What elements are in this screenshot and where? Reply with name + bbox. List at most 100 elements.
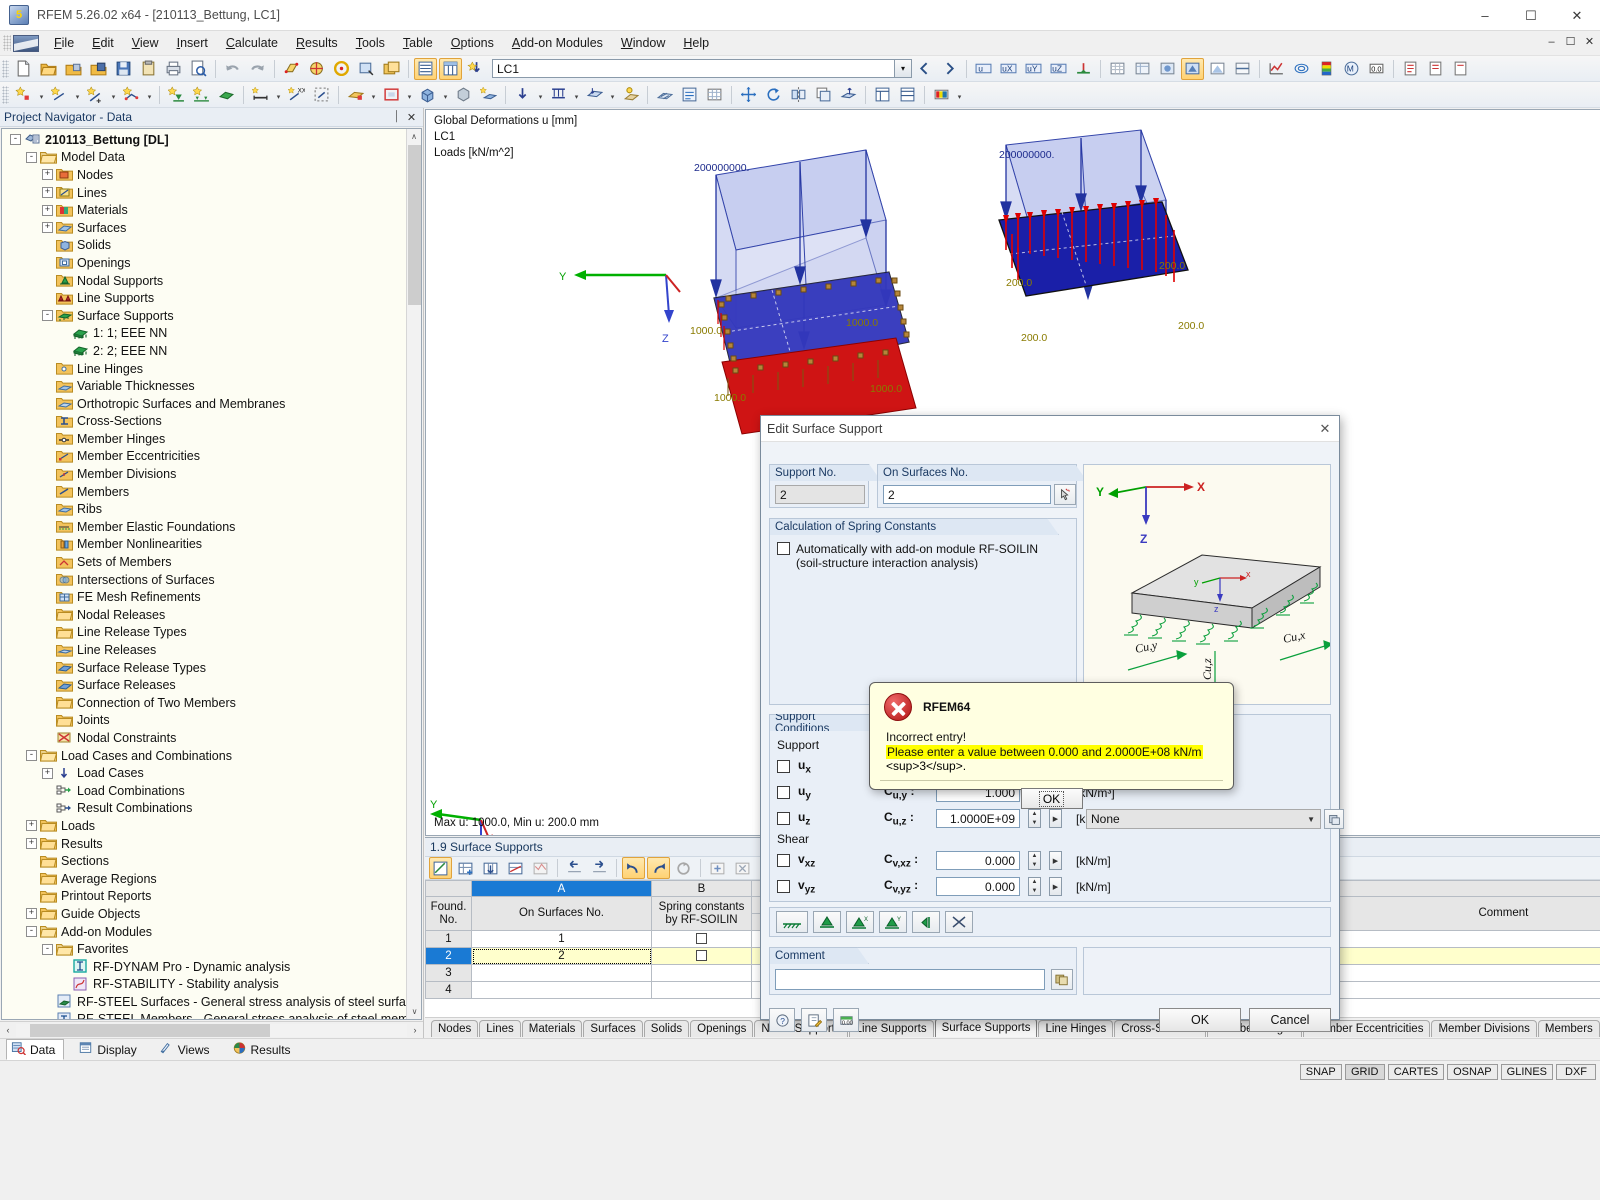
mdi-close-button[interactable]: ✕ (1581, 33, 1598, 50)
new-thickness-icon[interactable] (477, 84, 500, 106)
status-toggle-cartes[interactable]: CARTES (1387, 1064, 1445, 1080)
print-report-3-icon[interactable] (1449, 58, 1472, 80)
minimize-button[interactable]: – (1462, 0, 1508, 31)
new-load-dropdown[interactable]: ▾ (535, 84, 546, 106)
table-undo-icon[interactable] (622, 857, 645, 879)
table-insert-col-icon[interactable] (479, 857, 502, 879)
tree-item-rf-steel-members-general-stress-analysis[interactable]: RF-STEEL Members - General stress analys… (2, 1011, 421, 1019)
new-solid-dropdown[interactable]: ▾ (440, 84, 451, 106)
tree-item-sets-of-members[interactable]: Sets of Members (2, 553, 421, 571)
expand-toggle-icon[interactable]: + (42, 767, 53, 779)
plane-select-icon[interactable] (280, 58, 303, 80)
shear-row-vyz-input[interactable]: 0.000 (936, 877, 1020, 896)
menu-item-insert[interactable]: Insert (168, 33, 217, 53)
tab-lines[interactable]: Lines (479, 1020, 521, 1037)
comment-picker-button[interactable] (1051, 969, 1073, 990)
tree-item-average-regions[interactable]: Average Regions (2, 870, 421, 888)
expand-toggle-icon[interactable]: + (42, 187, 53, 199)
rotate-view-icon[interactable] (305, 58, 328, 80)
render-mode-2-icon[interactable] (1131, 58, 1154, 80)
new-node-dropdown[interactable]: ▾ (36, 84, 47, 106)
nonlinearity-settings-button[interactable] (1324, 809, 1344, 829)
navigator-vscrollbar[interactable]: ∧ ∨ (406, 129, 421, 1019)
tree-item-intersections-of-surfaces[interactable]: Intersections of Surfaces (2, 571, 421, 589)
table-add-icon[interactable] (706, 857, 729, 879)
menu-item-calculate[interactable]: Calculate (217, 33, 287, 53)
menu-item-table[interactable]: Table (394, 33, 442, 53)
cell-on-surfaces[interactable]: 1 (471, 930, 652, 949)
show-table-icon[interactable] (414, 57, 437, 80)
solid-object-icon[interactable] (452, 84, 475, 106)
expand-toggle-icon[interactable]: + (42, 222, 53, 234)
tree-item-openings[interactable]: Openings (2, 254, 421, 272)
row-number[interactable]: 4 (425, 981, 472, 1000)
table-view-2-icon[interactable] (896, 84, 919, 106)
collapse-toggle-icon[interactable]: - (42, 310, 53, 322)
deformation-u-icon[interactable]: u (972, 58, 995, 80)
tab-openings[interactable]: Openings (690, 1020, 754, 1037)
edit-surface-support-dialog[interactable]: Edit Surface Support ✕ Support No. 2 On … (760, 415, 1344, 1032)
max-min-values-icon[interactable]: M (1340, 58, 1363, 80)
menu-item-tools[interactable]: Tools (347, 33, 394, 53)
table-view-icon[interactable] (871, 84, 894, 106)
open-project-icon[interactable] (62, 58, 85, 80)
status-tab-data[interactable]: Data (6, 1039, 65, 1060)
render-mode-1-icon[interactable] (1106, 58, 1129, 80)
column-letter-i[interactable] (1335, 880, 1600, 897)
new-surface-load-dropdown[interactable]: ▾ (607, 84, 618, 106)
new-line-icon[interactable] (48, 84, 71, 106)
dialog-cancel-button[interactable]: Cancel (1249, 1008, 1331, 1032)
generate-mesh-icon[interactable] (653, 84, 676, 106)
show-grid-table-icon[interactable] (439, 57, 462, 80)
tree-item-member-elastic-foundations[interactable]: Member Elastic Foundations (2, 518, 421, 536)
collapse-toggle-icon[interactable]: - (26, 926, 37, 938)
tree-item-lines[interactable]: + Lines (2, 184, 421, 202)
chevron-down-icon[interactable]: ▼ (1307, 815, 1315, 824)
support-reactions-icon[interactable] (1072, 58, 1095, 80)
cell-soilin[interactable] (651, 930, 752, 949)
collapse-toggle-icon[interactable]: - (42, 943, 53, 955)
tree-item-fe-mesh-refinements[interactable]: FE Mesh Refinements (2, 588, 421, 606)
new-line-dropdown[interactable]: ▾ (72, 84, 83, 106)
status-toggle-grid[interactable]: GRID (1344, 1064, 1385, 1080)
tree-item-add-on-modules[interactable]: - Add-on Modules (2, 923, 421, 941)
tree-item-line-hinges[interactable]: Line Hinges (2, 360, 421, 378)
tab-line-supports[interactable]: Line Supports (848, 1020, 934, 1037)
new-member-dropdown[interactable]: ▾ (273, 84, 284, 106)
new-surface-load-icon[interactable] (583, 84, 606, 106)
new-set-of-members-icon[interactable] (310, 84, 333, 106)
new-dim-line-dropdown[interactable]: ▾ (108, 84, 119, 106)
new-line-support-icon[interactable] (190, 84, 213, 106)
tree-item-1-1-eee-nn[interactable]: 1: 1; EEE NN (2, 325, 421, 343)
column-letter-b[interactable]: B (651, 880, 752, 897)
expand-toggle-icon[interactable]: + (26, 838, 37, 850)
render-mode-5-icon[interactable] (1206, 58, 1229, 80)
save-icon[interactable] (112, 58, 135, 80)
row-number[interactable]: 3 (425, 964, 472, 983)
spinner-expand-button[interactable]: ▶ (1049, 809, 1062, 828)
table-insert-row-icon[interactable] (454, 857, 477, 879)
tree-item-line-release-types[interactable]: Line Release Types (2, 624, 421, 642)
preset-support-y-icon[interactable]: Y (879, 911, 907, 933)
render-mode-3-icon[interactable] (1156, 58, 1179, 80)
row-number[interactable]: 2 (425, 947, 472, 966)
scroll-down-icon[interactable]: ∨ (407, 1004, 421, 1019)
undo-icon[interactable] (221, 58, 244, 80)
new-nodal-support-icon[interactable] (165, 84, 188, 106)
tree-item-210113-bettung-dl-[interactable]: - 210113_Bettung [DL] (2, 131, 421, 149)
expand-toggle-icon[interactable]: + (42, 204, 53, 216)
tree-item-materials[interactable]: + Materials (2, 201, 421, 219)
open-file-icon[interactable] (37, 58, 60, 80)
new-solid-icon[interactable] (416, 84, 439, 106)
next-load-case-icon[interactable] (938, 58, 961, 80)
close-button[interactable]: ✕ (1554, 0, 1600, 31)
print-preview-icon[interactable] (187, 58, 210, 80)
new-polyline-icon[interactable] (120, 84, 143, 106)
open-model-icon[interactable] (87, 58, 110, 80)
dialog-close-icon[interactable]: ✕ (1315, 419, 1335, 439)
status-toggle-glines[interactable]: GLINES (1500, 1064, 1553, 1080)
spinner-expand-button[interactable]: ▶ (1049, 851, 1062, 870)
hscroll-left-icon[interactable]: ‹ (0, 1025, 16, 1035)
new-line-load-dropdown[interactable]: ▾ (571, 84, 582, 106)
status-tab-views[interactable]: Views (155, 1039, 218, 1060)
